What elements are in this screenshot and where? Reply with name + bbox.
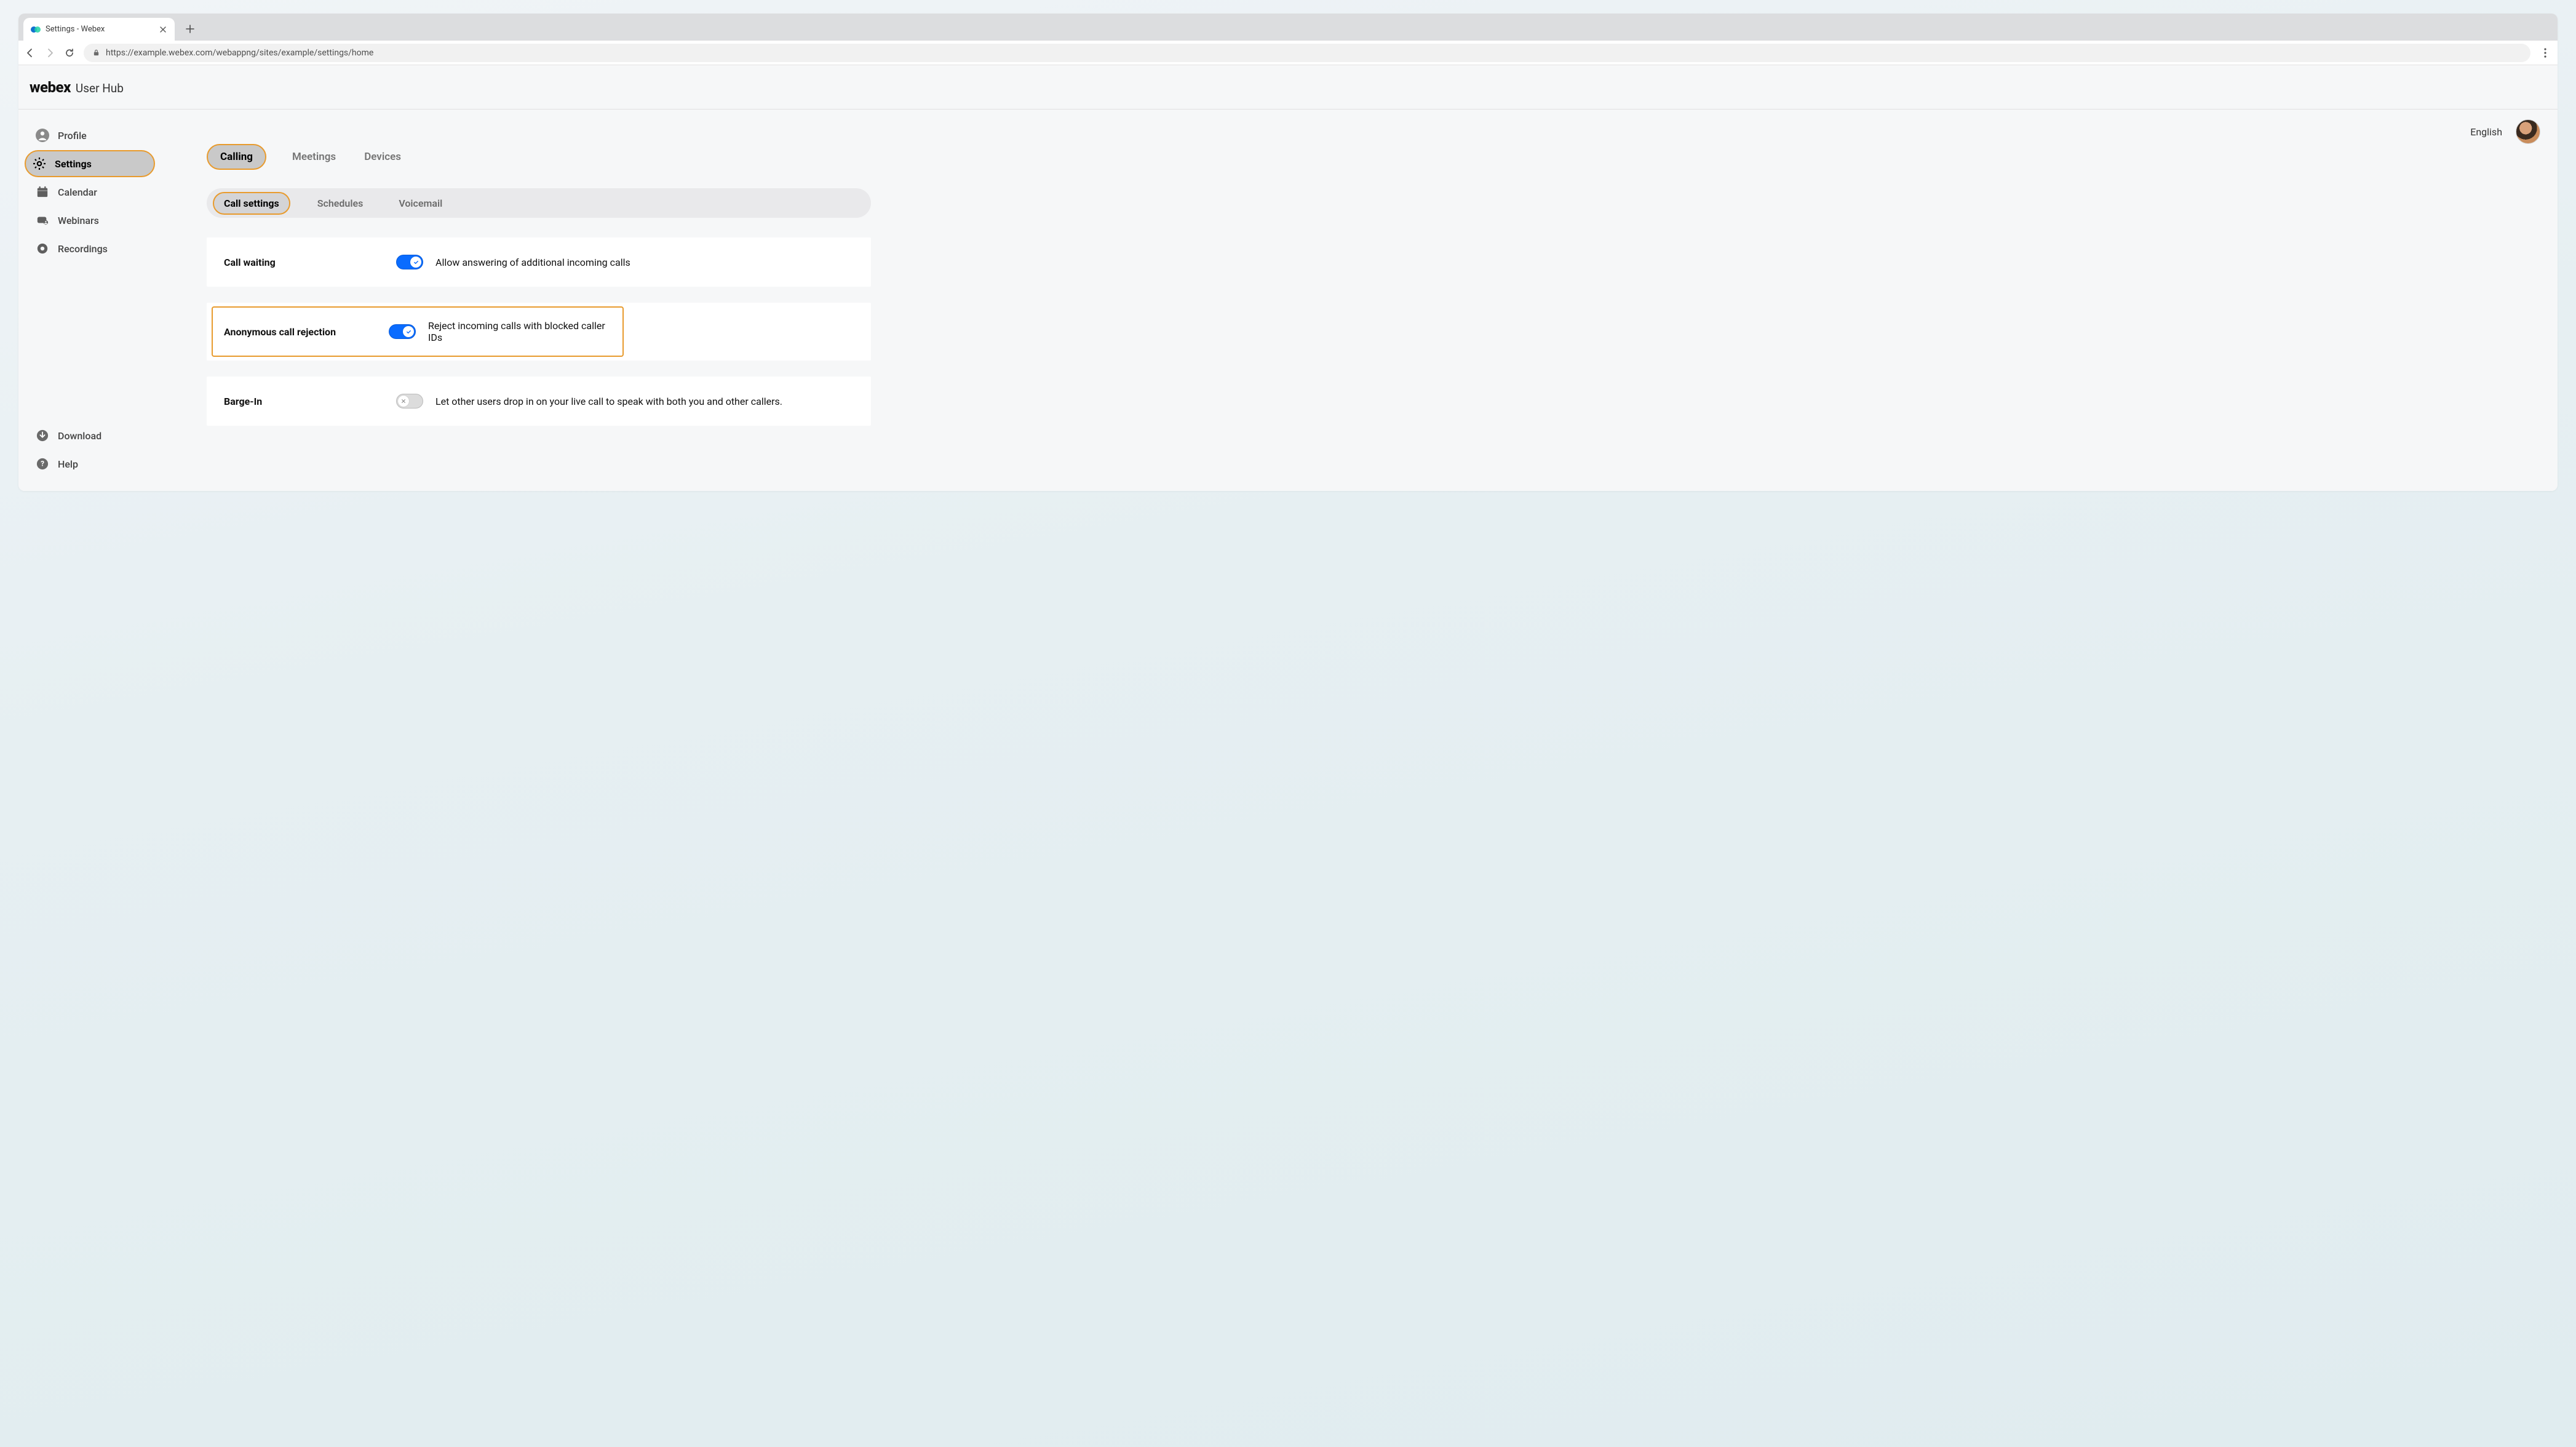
help-icon: ?	[36, 457, 49, 471]
reload-icon[interactable]	[64, 47, 75, 58]
x-icon	[398, 396, 409, 407]
app-header: webex User Hub	[18, 65, 2558, 110]
setting-call-waiting: Call waiting Allow answering of addition…	[207, 237, 871, 287]
setting-barge-in: Barge-In Let other users drop in on your…	[207, 377, 871, 426]
browser-tab[interactable]: Settings - Webex	[23, 18, 175, 41]
subtab-call-settings[interactable]: Call settings	[213, 192, 290, 215]
tab-calling[interactable]: Calling	[207, 144, 266, 170]
settings-panels: Call waiting Allow answering of addition…	[207, 237, 871, 426]
sidebar-item-label: Webinars	[58, 215, 99, 226]
toggle-barge-in[interactable]	[396, 394, 423, 409]
back-icon[interactable]	[25, 47, 36, 58]
person-icon	[36, 129, 49, 142]
close-icon[interactable]	[159, 25, 167, 34]
setting-description: Reject incoming calls with blocked calle…	[428, 320, 611, 343]
setting-description: Let other users drop in on your live cal…	[435, 396, 782, 407]
new-tab-button[interactable]	[181, 20, 199, 38]
primary-tabs: Calling Meetings Devices	[207, 144, 2545, 170]
browser-tab-title: Settings - Webex	[46, 25, 154, 34]
setting-title: Anonymous call rejection	[224, 326, 389, 338]
subtab-voicemail[interactable]: Voicemail	[390, 193, 451, 214]
sidebar-item-webinars[interactable]: Webinars	[27, 207, 172, 234]
sidebar-item-help[interactable]: ? Help	[27, 450, 172, 477]
webinar-icon	[36, 213, 49, 227]
sub-tabs: Call settings Schedules Voicemail	[207, 188, 871, 218]
main-content: Calling Meetings Devices Call settings S…	[172, 110, 2558, 491]
setting-description: Allow answering of additional incoming c…	[435, 257, 630, 268]
toggle-call-waiting[interactable]	[396, 255, 423, 269]
sidebar-item-label: Recordings	[58, 243, 108, 255]
calendar-icon	[36, 185, 49, 199]
tab-devices[interactable]: Devices	[362, 145, 403, 169]
toggle-anonymous-call-rejection[interactable]	[389, 324, 416, 339]
sidebar-item-recordings[interactable]: Recordings	[27, 235, 172, 262]
browser-window: Settings - Webex https://example.webex.c…	[18, 14, 2558, 491]
webex-favicon	[31, 25, 41, 34]
sidebar-item-label: Profile	[58, 130, 87, 142]
sidebar-item-label: Settings	[55, 158, 92, 170]
sidebar-item-download[interactable]: Download	[27, 422, 172, 449]
check-icon	[403, 326, 414, 337]
sidebar: Profile Settings Calendar	[18, 110, 172, 491]
brand: webex User Hub	[30, 79, 124, 96]
subtab-schedules[interactable]: Schedules	[309, 193, 372, 214]
sidebar-item-label: Calendar	[58, 186, 97, 198]
tab-meetings[interactable]: Meetings	[290, 145, 338, 169]
brand-main: webex	[30, 79, 71, 96]
app-root: webex User Hub English Profile	[18, 65, 2558, 491]
sidebar-item-profile[interactable]: Profile	[27, 122, 172, 149]
sidebar-item-settings[interactable]: Settings	[25, 150, 155, 177]
sidebar-main-nav: Profile Settings Calendar	[27, 122, 172, 422]
highlight-box: Anonymous call rejection Reject incoming…	[212, 306, 624, 357]
setting-title: Barge-In	[224, 396, 396, 407]
sidebar-item-calendar[interactable]: Calendar	[27, 178, 172, 205]
sidebar-footer-nav: Download ? Help	[27, 422, 172, 479]
setting-title: Call waiting	[224, 257, 396, 268]
sidebar-item-label: Help	[58, 458, 78, 470]
sidebar-item-label: Download	[58, 430, 101, 442]
record-icon	[36, 242, 49, 255]
check-icon	[410, 257, 421, 268]
download-icon	[36, 429, 49, 442]
svg-text:?: ?	[41, 460, 44, 468]
lock-icon	[92, 49, 100, 57]
kebab-menu-icon[interactable]	[2539, 48, 2551, 58]
forward-icon[interactable]	[44, 47, 55, 58]
url-text: https://example.webex.com/webappng/sites…	[106, 48, 373, 58]
app-body: English Profile Set	[18, 110, 2558, 491]
url-bar[interactable]: https://example.webex.com/webappng/sites…	[84, 44, 2530, 62]
gear-icon	[33, 157, 46, 170]
browser-toolbar: https://example.webex.com/webappng/sites…	[18, 41, 2558, 65]
brand-sub: User Hub	[76, 81, 124, 95]
browser-tab-strip: Settings - Webex	[18, 14, 2558, 41]
setting-anonymous-call-rejection: Anonymous call rejection Reject incoming…	[207, 303, 871, 361]
